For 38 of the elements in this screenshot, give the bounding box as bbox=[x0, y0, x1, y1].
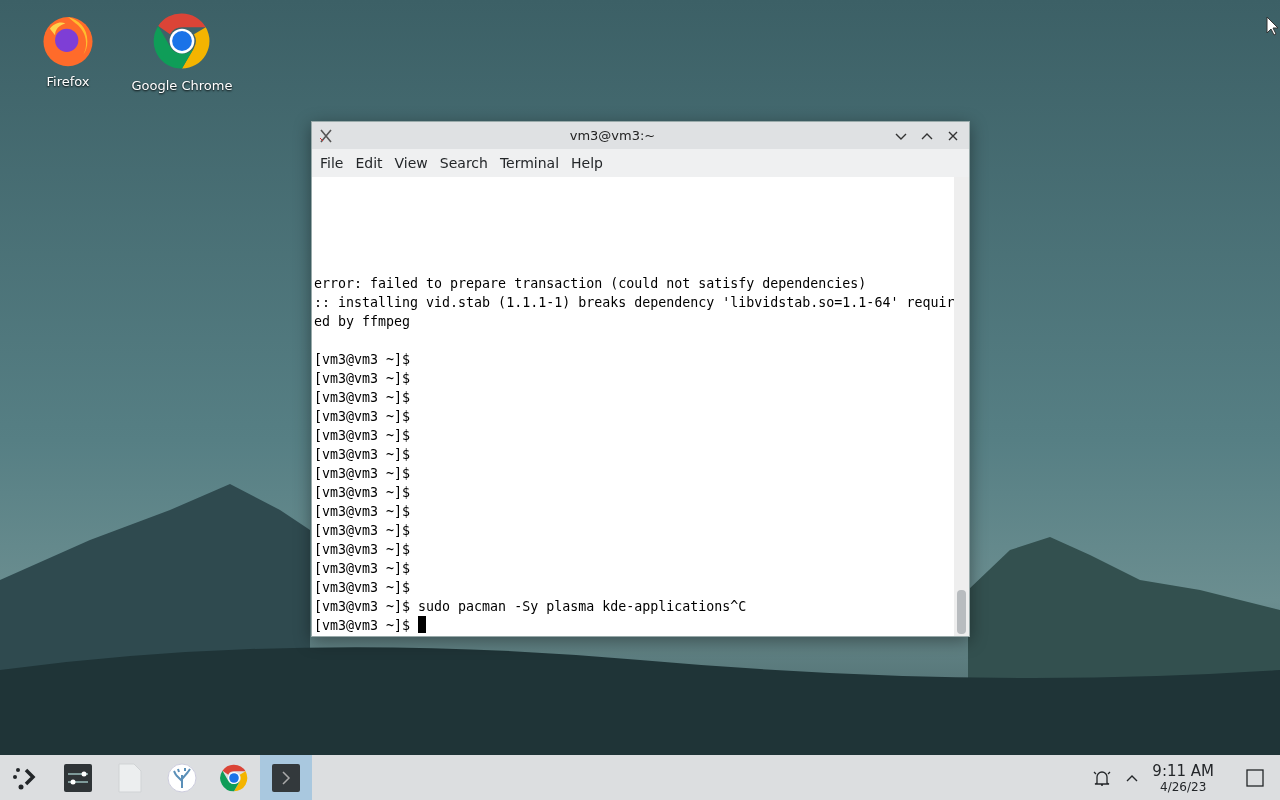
terminal-line: :: installing vid.stab (1.1.1-1) breaks dependency 'libvidstab.so=1.1-64' requir bbox=[314, 294, 955, 312]
terminal-line: [vm3@vm3 ~]$ bbox=[314, 579, 412, 597]
terminal-line: ed by ffmpeg bbox=[314, 313, 412, 331]
terminal-line: [vm3@vm3 ~]$ bbox=[314, 560, 412, 578]
app-icon bbox=[318, 127, 334, 144]
terminal-line: [vm3@vm3 ~]$ bbox=[314, 351, 412, 369]
terminal-line: [vm3@vm3 ~]$ sudo pacman -Sy plasma kde-applications^C bbox=[314, 598, 748, 616]
menu-item[interactable]: Search bbox=[433, 153, 494, 173]
terminal-line: [vm3@vm3 ~]$ bbox=[314, 408, 412, 426]
text-cursor bbox=[418, 616, 427, 633]
mouse-cursor-icon bbox=[1266, 16, 1278, 36]
icon-label[interactable]: Google Chrome bbox=[131, 78, 233, 93]
terminal-line: error: failed to prepare transaction (could not satisfy dependencies) bbox=[314, 275, 868, 293]
taskbar-item[interactable] bbox=[260, 755, 312, 800]
terminal-line: [vm3@vm3 ~]$ bbox=[314, 616, 955, 635]
terminal-line: [vm3@vm3 ~]$ bbox=[314, 446, 412, 464]
terminal-line: [vm3@vm3 ~]$ bbox=[314, 465, 412, 483]
terminal-line: [vm3@vm3 ~]$ bbox=[314, 427, 412, 445]
terminal-line: [vm3@vm3 ~]$ bbox=[314, 389, 412, 407]
terminal-line: [vm3@vm3 ~]$ bbox=[314, 503, 412, 521]
terminal-line: [vm3@vm3 ~]$ bbox=[314, 484, 412, 502]
coral-icon[interactable] bbox=[167, 762, 197, 793]
show-desktop-icon[interactable] bbox=[1246, 768, 1264, 787]
terminal-line: [vm3@vm3 ~]$ bbox=[314, 522, 412, 540]
terminal-line: [vm3@vm3 ~]$ bbox=[314, 370, 412, 388]
clock-date[interactable]: 4/26/23 bbox=[1160, 779, 1207, 794]
sliders-icon[interactable] bbox=[64, 763, 92, 792]
menu-item[interactable]: Help bbox=[565, 153, 609, 173]
clock-time[interactable]: 9:11 AM bbox=[1152, 761, 1214, 780]
scrollbar[interactable] bbox=[954, 177, 969, 636]
menu-item[interactable]: View bbox=[388, 153, 434, 173]
terminal-icon[interactable] bbox=[272, 763, 300, 792]
window-title: vm3@vm3:~ bbox=[568, 128, 657, 143]
menu-item[interactable]: Edit bbox=[349, 153, 389, 173]
icon-label[interactable]: Firefox bbox=[46, 74, 90, 89]
terminal-line: [vm3@vm3 ~]$ bbox=[314, 541, 412, 559]
menu-item[interactable]: File bbox=[314, 153, 350, 173]
menu-item[interactable]: Terminal bbox=[493, 153, 566, 173]
